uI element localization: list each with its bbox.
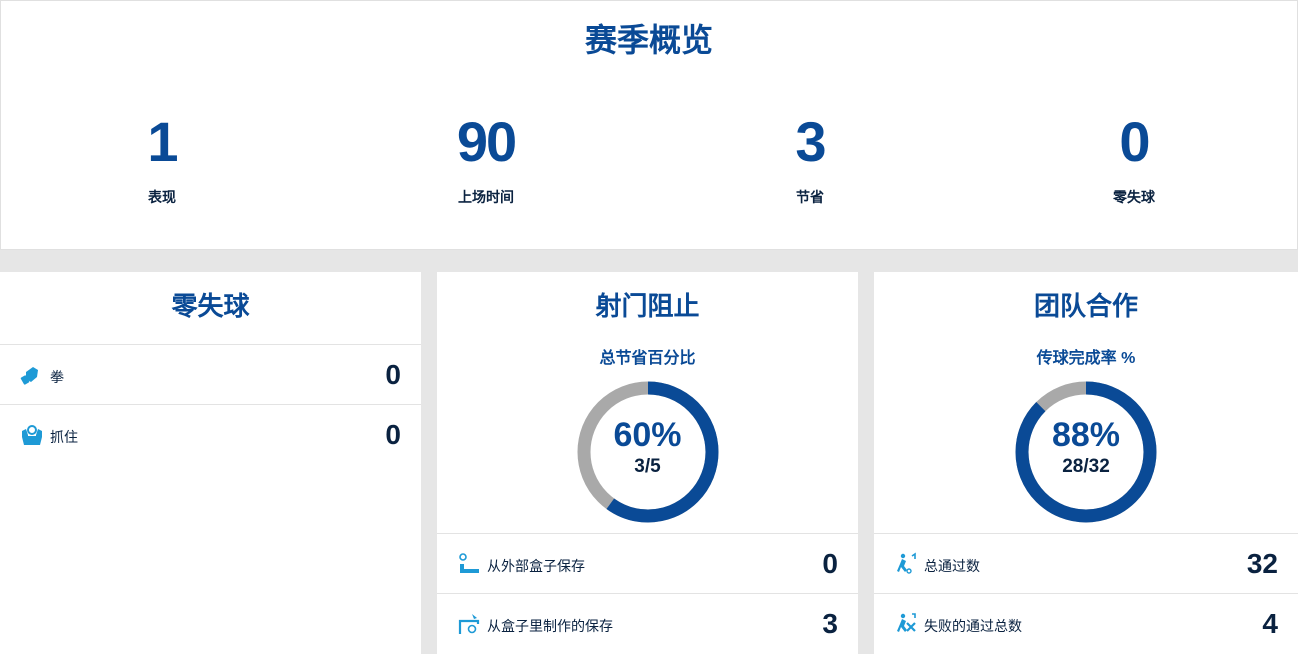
total-passes-icon: [894, 552, 918, 576]
shot-stopping-card: 射门阻止 总节省百分比 60% 3/5 从外部盒子保存 0 从盒子里制作的保存 …: [437, 272, 858, 654]
stat-label: 节省: [796, 189, 824, 205]
stat-minutes-played: 90 上场时间: [386, 111, 586, 207]
row-label: 从外部盒子保存: [487, 558, 585, 574]
pass-completion-donut: 88% 28/32: [1014, 380, 1158, 524]
list-item: 从外部盒子保存 0: [437, 533, 858, 593]
teamwork-card: 团队合作 传球完成率 % 88% 28/32 总通过数 32 失败的通过总数 4: [874, 272, 1298, 654]
row-value: 3: [822, 608, 838, 639]
stat-value: 1: [147, 110, 178, 173]
donut-fraction: 3/5: [634, 456, 661, 477]
row-value: 32: [1246, 548, 1278, 579]
stat-label: 表现: [148, 189, 176, 205]
stat-value: 3: [795, 110, 826, 173]
stat-clean-sheets: 0 零失球: [1034, 111, 1234, 207]
list-item: 从盒子里制作的保存 3: [437, 593, 858, 653]
stat-label: 上场时间: [458, 189, 514, 205]
row-value: 0: [385, 359, 401, 390]
row-value: 0: [822, 548, 838, 579]
save-outside-box-icon: [457, 552, 481, 576]
save-percentage-donut: 60% 3/5: [576, 380, 720, 524]
save-inside-box-icon: [457, 612, 481, 636]
donut-fraction: 28/32: [1062, 456, 1110, 477]
row-label: 总通过数: [924, 558, 980, 574]
clean-sheets-card: 零失球 拳 0 抓住 0: [0, 272, 421, 654]
row-label: 失败的通过总数: [924, 618, 1022, 634]
stat-label: 零失球: [1113, 189, 1155, 205]
season-overview-panel: 赛季概览 1 表现 90 上场时间 3 节省 0 零失球: [0, 0, 1298, 250]
stat-saves: 3 节省: [710, 111, 910, 207]
donut-percent: 88%: [1051, 416, 1121, 454]
stat-value: 0: [1119, 110, 1150, 173]
card-subtitle: 传球完成率 %: [1036, 350, 1136, 367]
season-overview-title: 赛季概览: [584, 22, 713, 58]
card-title: 射门阻止: [595, 291, 700, 321]
list-item: 总通过数 32: [874, 533, 1298, 593]
row-label: 抓住: [50, 429, 78, 445]
card-title: 零失球: [171, 291, 250, 321]
row-value: 0: [385, 419, 401, 450]
list-item: 拳 0: [0, 344, 421, 404]
donut-percent: 60%: [613, 416, 682, 454]
row-label: 从盒子里制作的保存: [487, 618, 613, 634]
stat-value: 90: [456, 110, 517, 173]
stat-appearances: 1 表现: [62, 111, 262, 207]
list-item: 抓住 0: [0, 404, 421, 464]
card-title: 团队合作: [1033, 291, 1138, 321]
row-label: 拳: [50, 369, 64, 385]
list-item: 失败的通过总数 4: [874, 593, 1298, 653]
card-subtitle: 总节省百分比: [599, 350, 696, 367]
punch-icon: [20, 363, 44, 387]
failed-passes-icon: [894, 612, 918, 636]
row-value: 4: [1262, 608, 1278, 639]
catch-icon: [20, 423, 44, 447]
